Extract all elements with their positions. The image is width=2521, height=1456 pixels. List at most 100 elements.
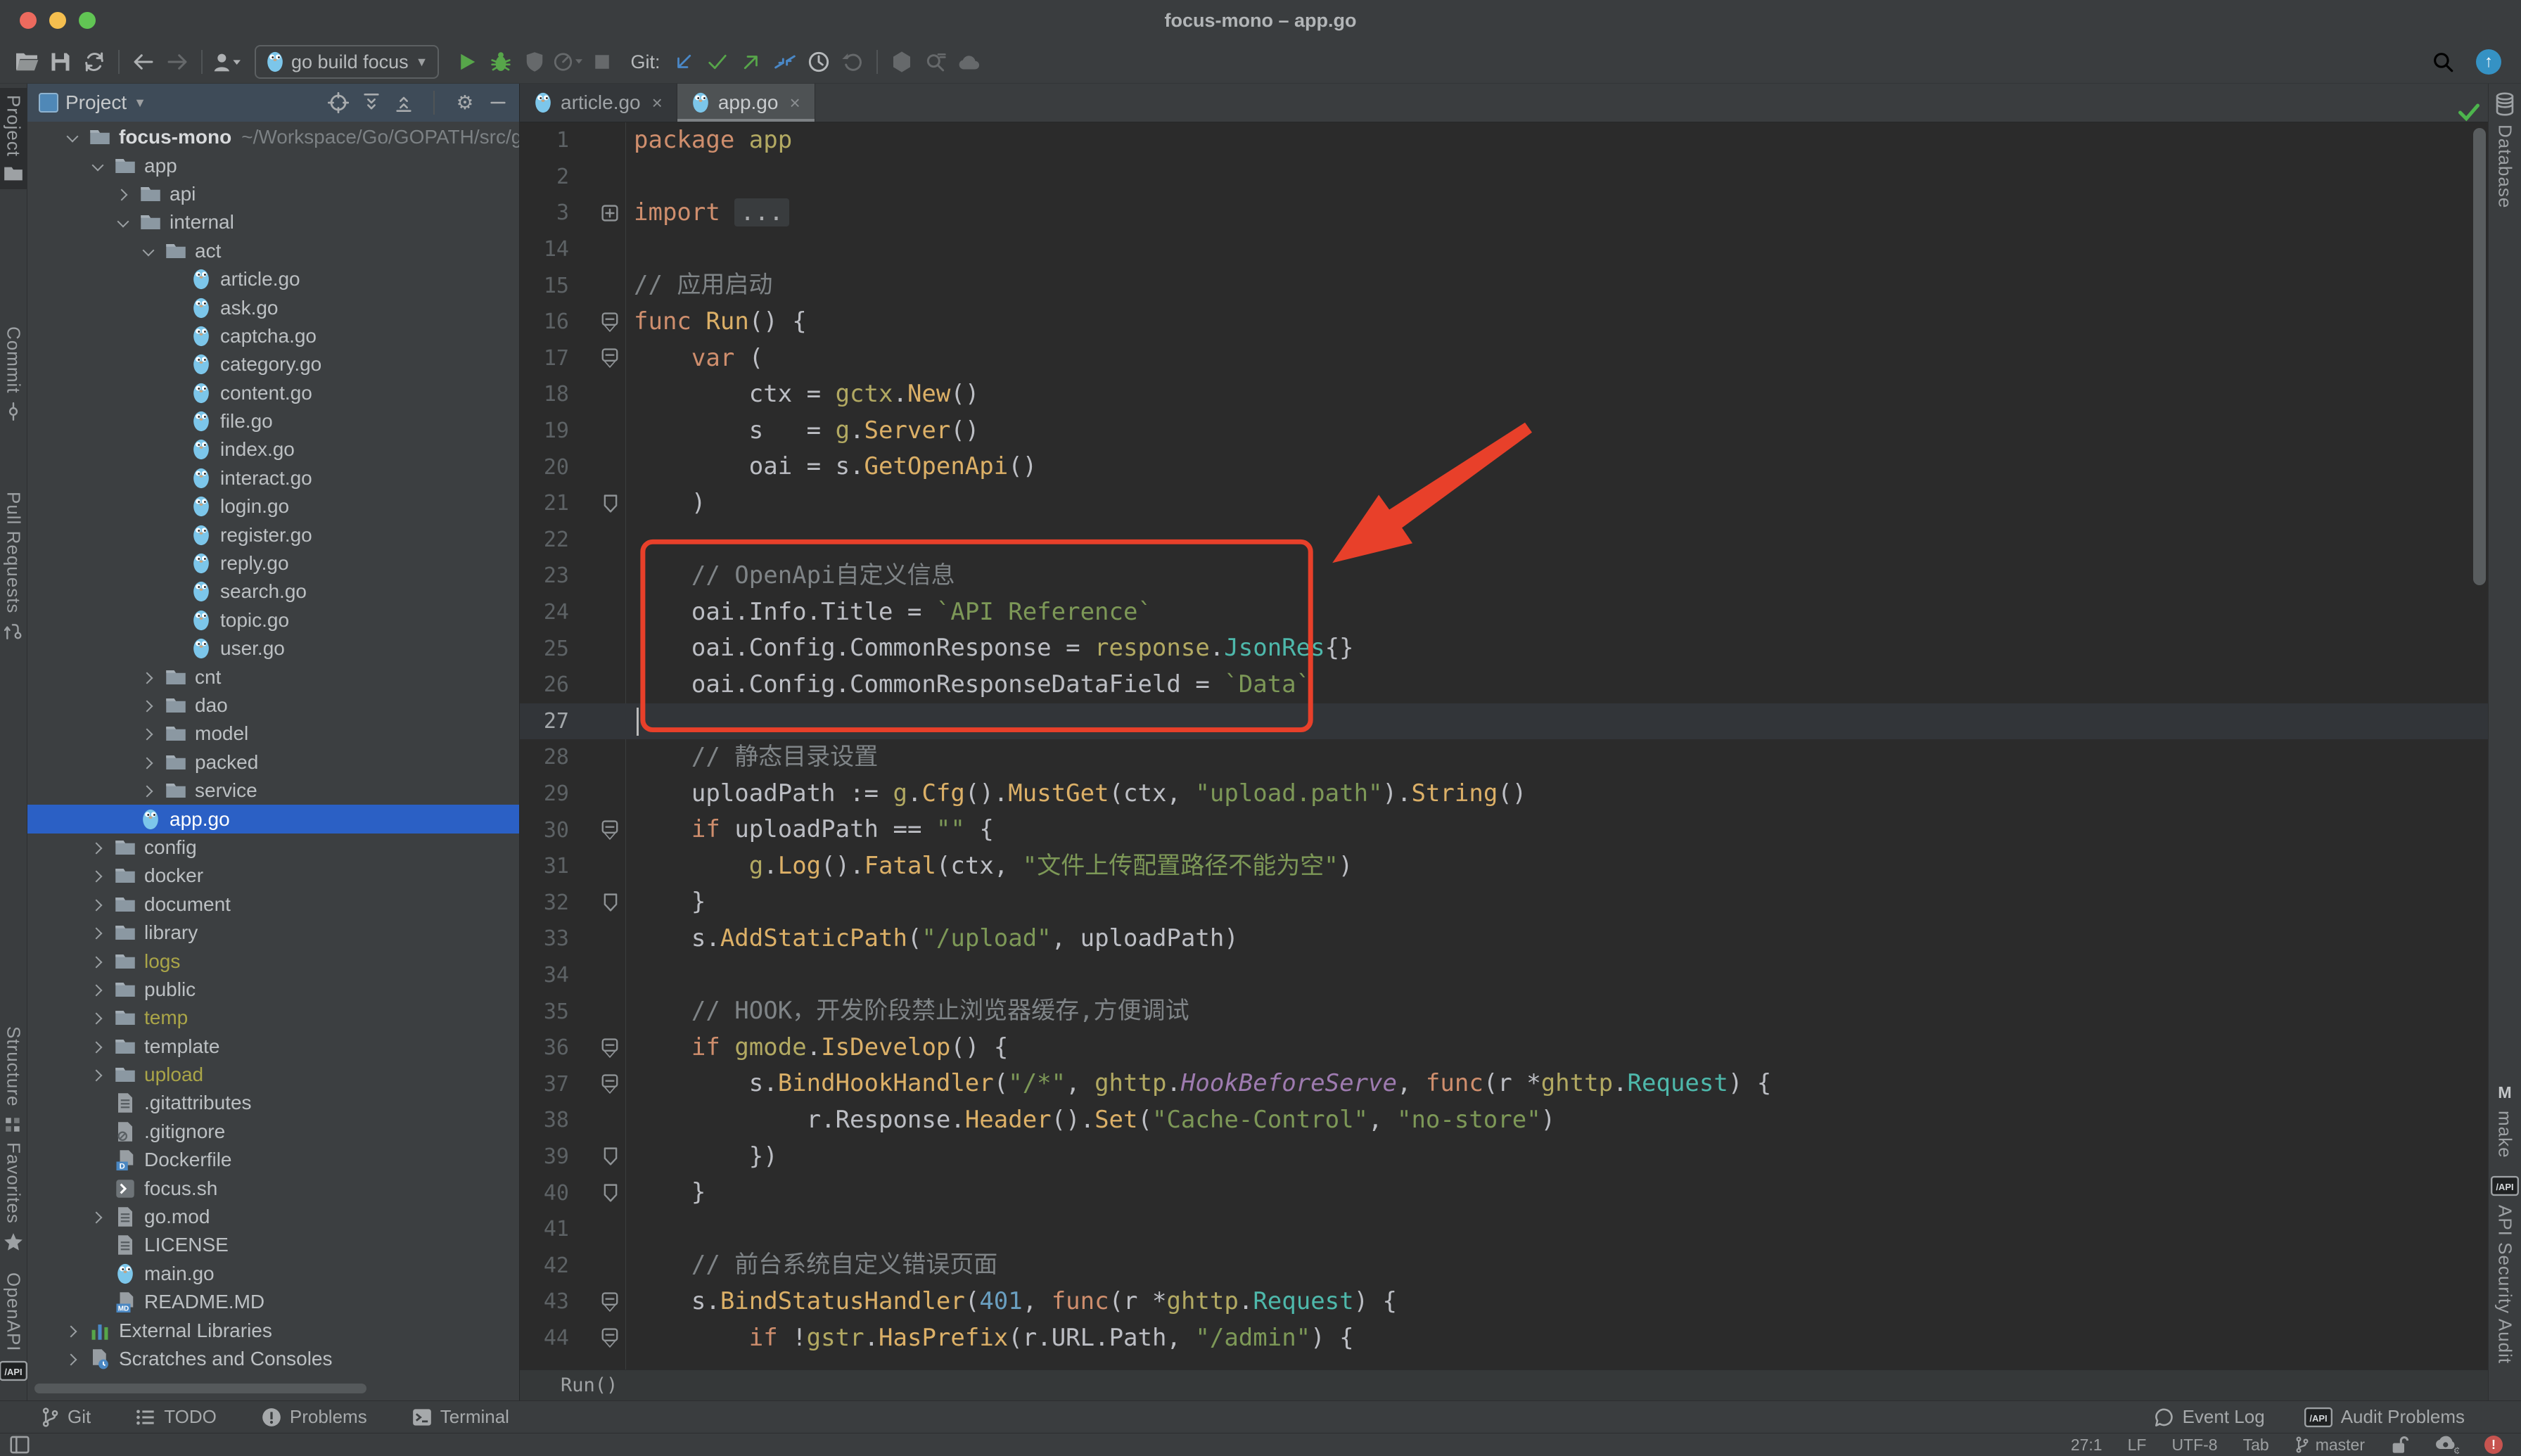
status-widget-27-1[interactable]: 27:1 — [2071, 1436, 2102, 1455]
close-tab-icon[interactable]: × — [789, 92, 800, 114]
tree-item-.gitignore[interactable]: .gitignore — [27, 1118, 519, 1146]
chevron-down-icon[interactable]: ▼ — [134, 96, 146, 110]
tree-item-api[interactable]: api — [27, 180, 519, 208]
folder-open-button[interactable] — [10, 46, 44, 78]
search-icon[interactable] — [2431, 50, 2455, 74]
chevron-right-icon[interactable] — [88, 866, 108, 886]
code-editor[interactable]: 1package app23import ...1415// 应用启动16fun… — [520, 122, 2488, 1369]
gutter-fold-plus-icon[interactable] — [569, 205, 624, 222]
chevron-right-icon[interactable] — [88, 923, 108, 943]
cloud-gear-icon[interactable]: ⚙ — [2434, 1434, 2459, 1455]
tool-window-button-structure[interactable]: Structure — [0, 1026, 27, 1134]
expand-all-icon[interactable] — [362, 92, 381, 113]
tree-item-template[interactable]: template — [27, 1033, 519, 1061]
tree-item-focus-mono[interactable]: focus-mono~/Workspace/Go/GOPATH/src/gith… — [27, 123, 519, 151]
breadcrumb[interactable]: Run() — [561, 1374, 618, 1396]
chevron-right-icon[interactable] — [88, 838, 108, 857]
search-history-button[interactable] — [919, 46, 952, 78]
tree-item-scratches-and-consoles[interactable]: Scratches and Consoles — [27, 1345, 519, 1373]
chevron-down-icon[interactable] — [88, 156, 108, 176]
tree-item-cnt[interactable]: cnt — [27, 663, 519, 691]
project-view-title[interactable]: Project — [65, 91, 127, 114]
update-arrow-button[interactable] — [667, 46, 701, 78]
tree-item-article.go[interactable]: article.go — [27, 265, 519, 293]
chevron-down-icon[interactable] — [63, 127, 82, 147]
tree-item-internal[interactable]: internal — [27, 208, 519, 236]
minimize-window-button[interactable] — [49, 12, 66, 29]
close-window-button[interactable] — [20, 12, 37, 29]
tree-item-index.go[interactable]: index.go — [27, 435, 519, 464]
tree-item-app.go[interactable]: app.go — [27, 805, 519, 833]
rollback-button[interactable] — [836, 46, 869, 78]
tool-window-button-audit-problems[interactable]: /APIAudit Problems — [2304, 1406, 2465, 1428]
chevron-right-icon[interactable] — [113, 184, 133, 204]
stop-button[interactable] — [585, 46, 619, 78]
git-branch-widget[interactable]: master — [2295, 1436, 2365, 1455]
tree-item-model[interactable]: model — [27, 720, 519, 748]
tool-window-button-problems[interactable]: Problems — [262, 1406, 367, 1428]
tool-window-button-make[interactable]: Mmake — [2489, 1083, 2521, 1158]
commit-check-button[interactable] — [701, 46, 734, 78]
tool-window-button-terminal[interactable]: Terminal — [412, 1406, 509, 1428]
chevron-right-icon[interactable] — [88, 1065, 108, 1085]
hide-icon[interactable] — [488, 93, 508, 113]
gutter-fold-minus-icon[interactable] — [569, 1328, 624, 1348]
back-button[interactable] — [127, 46, 160, 78]
tree-item-search.go[interactable]: search.go — [27, 577, 519, 606]
tool-window-button-commit[interactable]: Commit — [0, 326, 27, 421]
status-widget-lf[interactable]: LF — [2128, 1436, 2147, 1455]
chevron-right-icon[interactable] — [139, 753, 158, 772]
gutter-fold-end-icon[interactable] — [569, 893, 624, 912]
status-widget-tab[interactable]: Tab — [2243, 1436, 2269, 1455]
profiler-dropdown-button[interactable] — [551, 46, 585, 78]
tree-item-public[interactable]: public — [27, 976, 519, 1004]
gutter-fold-minus-icon[interactable] — [569, 312, 624, 332]
close-tab-icon[interactable]: × — [652, 92, 663, 114]
tree-item-interact.go[interactable]: interact.go — [27, 464, 519, 492]
gutter-fold-end-icon[interactable] — [569, 1147, 624, 1166]
tree-item-category.go[interactable]: category.go — [27, 350, 519, 378]
tool-window-button-openapi[interactable]: OpenAPI/API — [0, 1272, 27, 1381]
chevron-down-icon[interactable] — [113, 212, 133, 232]
tree-item-ask.go[interactable]: ask.go — [27, 293, 519, 321]
inspections-ok-icon[interactable] — [2458, 103, 2479, 122]
tree-item-license[interactable]: LICENSE — [27, 1231, 519, 1259]
error-badge[interactable]: ! — [2484, 1436, 2503, 1454]
tree-item-act[interactable]: act — [27, 237, 519, 265]
gutter-fold-end-icon[interactable] — [569, 1184, 624, 1202]
lock-icon[interactable] — [2390, 1435, 2408, 1455]
tree-item-temp[interactable]: temp — [27, 1004, 519, 1032]
gutter-fold-minus-icon[interactable] — [569, 1292, 624, 1312]
sync-button[interactable] — [77, 46, 111, 78]
chevron-right-icon[interactable] — [88, 1037, 108, 1056]
tree-item-service[interactable]: service — [27, 777, 519, 805]
tree-item-focus.sh[interactable]: focus.sh — [27, 1174, 519, 1202]
tree-item-docker[interactable]: docker — [27, 862, 519, 890]
chevron-right-icon[interactable] — [88, 895, 108, 914]
hexagon-button[interactable] — [885, 46, 919, 78]
locate-icon[interactable] — [328, 92, 349, 113]
gutter-fold-minus-icon[interactable] — [569, 1038, 624, 1058]
collapse-all-icon[interactable] — [394, 92, 414, 113]
tree-item-dao[interactable]: dao — [27, 691, 519, 720]
tree-item-go.mod[interactable]: go.mod — [27, 1203, 519, 1231]
cloud-button[interactable] — [952, 46, 986, 78]
chevron-right-icon[interactable] — [88, 1008, 108, 1028]
run-button[interactable] — [450, 46, 484, 78]
tree-item-reply.go[interactable]: reply.go — [27, 549, 519, 577]
chevron-right-icon[interactable] — [88, 952, 108, 971]
chevron-right-icon[interactable] — [88, 1207, 108, 1227]
chevron-right-icon[interactable] — [63, 1349, 82, 1369]
tool-window-button-event-log[interactable]: Event Log — [2155, 1406, 2265, 1428]
tool-window-button-api-security-audit[interactable]: /APIAPI Security Audit — [2489, 1175, 2521, 1364]
tree-item-library[interactable]: library — [27, 919, 519, 947]
gutter-fold-end-icon[interactable] — [569, 494, 624, 513]
status-widget-utf-8[interactable]: UTF-8 — [2171, 1436, 2217, 1455]
tree-item-config[interactable]: config — [27, 834, 519, 862]
tree-item-document[interactable]: document — [27, 890, 519, 919]
tool-window-button-todo[interactable]: TODO — [136, 1406, 217, 1428]
tree-item-packed[interactable]: packed — [27, 748, 519, 777]
gutter-fold-minus-icon[interactable] — [569, 820, 624, 840]
editor-tab-article.go[interactable]: article.go× — [520, 84, 677, 122]
tree-item-.gitattributes[interactable]: .gitattributes — [27, 1089, 519, 1117]
